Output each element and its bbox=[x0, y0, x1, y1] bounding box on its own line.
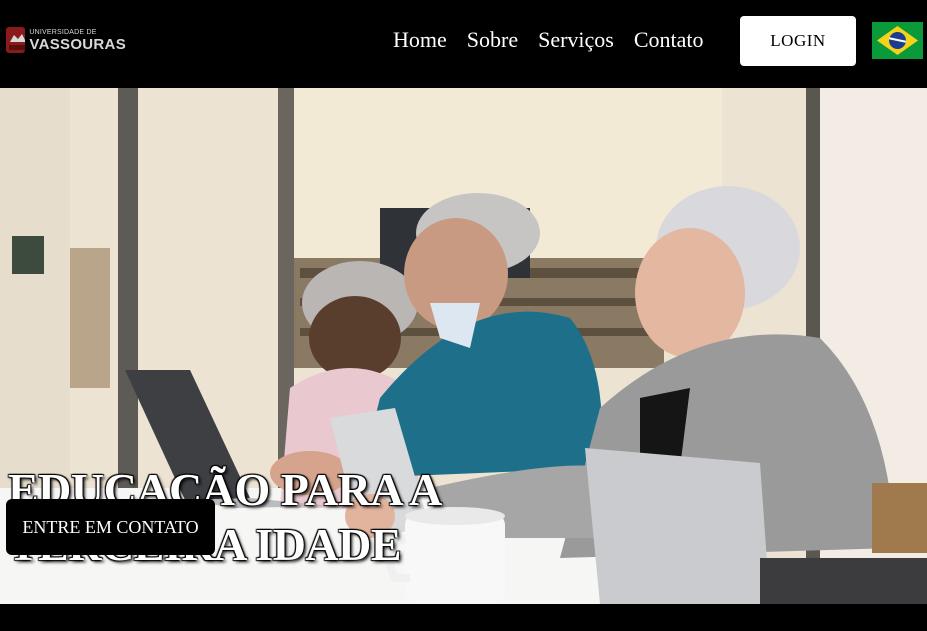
nav-link-sobre[interactable]: Sobre bbox=[467, 26, 518, 54]
main-nav: Home Sobre Serviços Contato bbox=[393, 26, 724, 54]
navbar: UNIVERSIDADE DE VASSOURAS Home Sobre Ser… bbox=[0, 0, 927, 88]
nav-link-servicos[interactable]: Serviços bbox=[538, 26, 614, 54]
brazil-flag-icon[interactable] bbox=[872, 22, 923, 59]
contact-cta-button[interactable]: ENTRE EM CONTATO bbox=[6, 499, 215, 555]
logo-small-text: UNIVERSIDADE DE bbox=[29, 28, 97, 36]
bottom-bar bbox=[0, 604, 927, 631]
university-logo[interactable]: UNIVERSIDADE DE VASSOURAS bbox=[6, 26, 126, 54]
login-button[interactable]: LOGIN bbox=[740, 16, 856, 66]
university-crest-icon bbox=[6, 27, 26, 53]
nav-link-contato[interactable]: Contato bbox=[634, 26, 704, 54]
nav-link-home[interactable]: Home bbox=[393, 26, 447, 54]
logo-text: UNIVERSIDADE DE VASSOURAS bbox=[29, 29, 126, 52]
logo-big-text: VASSOURAS bbox=[29, 35, 126, 53]
